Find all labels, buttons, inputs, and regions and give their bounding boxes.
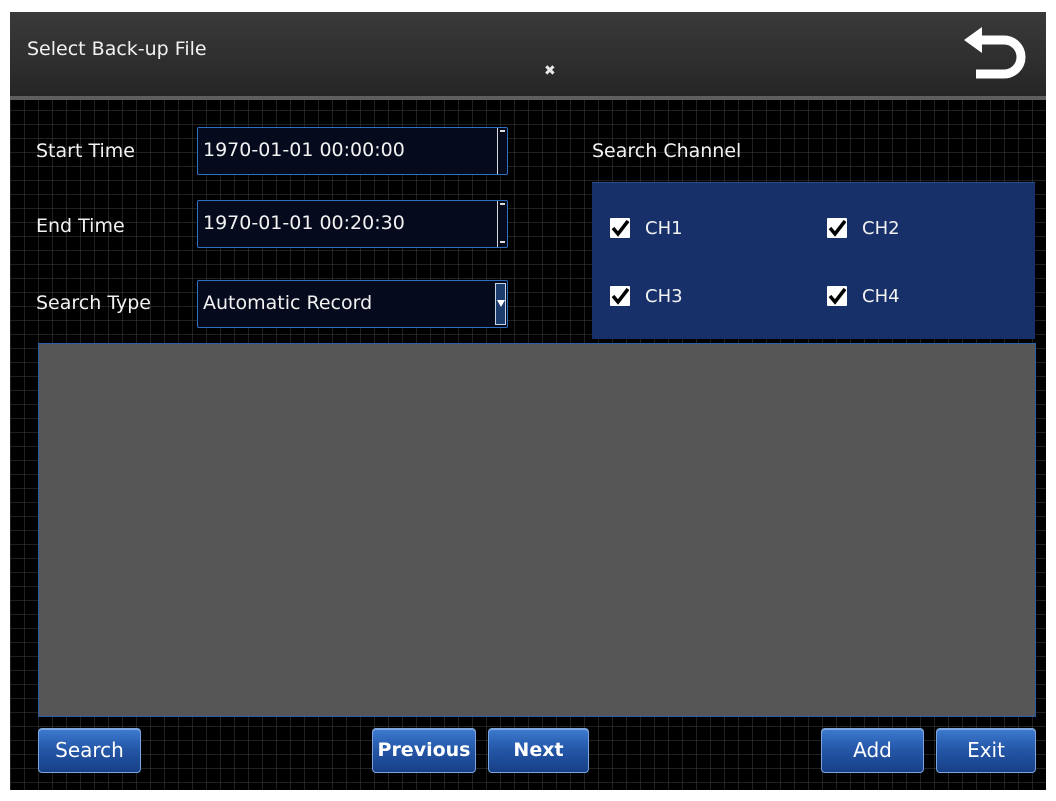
checkbox-checked-icon: [827, 218, 847, 238]
back-button[interactable]: [960, 24, 1036, 88]
end-time-value: 1970-01-01 00:20:30: [203, 212, 405, 234]
channel-label: CH3: [645, 286, 683, 307]
next-button[interactable]: Next: [488, 728, 589, 773]
search-type-select[interactable]: Automatic Record: [197, 280, 508, 328]
results-list[interactable]: [38, 343, 1036, 717]
channel-label: CH4: [862, 286, 900, 307]
cursor-icon: ✖: [544, 63, 556, 79]
start-time-field[interactable]: 1970-01-01 00:00:00: [197, 127, 508, 175]
previous-button[interactable]: Previous: [372, 728, 476, 773]
backup-file-screen: Select Back-up File ✖ Start Time 1970-01…: [10, 12, 1046, 790]
channel-checkbox-ch3[interactable]: CH3: [610, 285, 760, 309]
window-title: Select Back-up File: [27, 38, 207, 60]
end-time-label: End Time: [36, 215, 125, 237]
start-time-spinner[interactable]: [497, 128, 507, 174]
start-time-label: Start Time: [36, 140, 135, 162]
channel-checkbox-ch1[interactable]: CH1: [610, 217, 760, 241]
search-type-label: Search Type: [36, 292, 151, 314]
return-arrow-icon: [964, 27, 1026, 79]
channel-label: CH1: [645, 218, 683, 239]
channel-panel: CH1 CH2 CH3 CH4: [592, 182, 1035, 339]
chevron-down-icon[interactable]: [495, 283, 506, 325]
checkbox-checked-icon: [610, 286, 630, 306]
exit-button[interactable]: Exit: [936, 728, 1036, 773]
search-type-value: Automatic Record: [203, 292, 373, 314]
channel-label: CH2: [862, 218, 900, 239]
checkbox-checked-icon: [827, 286, 847, 306]
add-button[interactable]: Add: [821, 728, 924, 773]
search-button[interactable]: Search: [38, 728, 141, 773]
title-bar: Select Back-up File ✖: [10, 12, 1046, 100]
channel-checkbox-ch2[interactable]: CH2: [827, 217, 977, 241]
channel-checkbox-ch4[interactable]: CH4: [827, 285, 977, 309]
end-time-spinner[interactable]: [497, 201, 507, 247]
start-time-value: 1970-01-01 00:00:00: [203, 139, 405, 161]
search-channel-label: Search Channel: [592, 140, 742, 162]
end-time-field[interactable]: 1970-01-01 00:20:30: [197, 200, 508, 248]
checkbox-checked-icon: [610, 218, 630, 238]
